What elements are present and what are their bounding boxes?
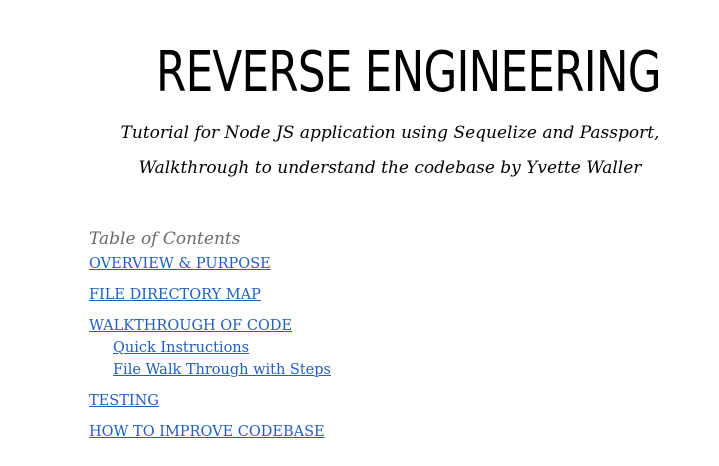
toc-spacer <box>89 412 649 421</box>
toc-link-walkthrough-of-code[interactable]: WALKTHROUGH OF CODE <box>89 315 292 337</box>
page-subtitle-line-2: Walkthrough to understand the codebase b… <box>138 158 642 178</box>
toc-spacer <box>89 306 649 315</box>
toc-item-improve: HOW TO IMPROVE CODEBASE <box>89 421 649 443</box>
toc-link-file-directory-map[interactable]: FILE DIRECTORY MAP <box>89 284 261 306</box>
toc-list: OVERVIEW & PURPOSE FILE DIRECTORY MAP WA… <box>89 253 649 443</box>
toc-link-file-walk-through[interactable]: File Walk Through with Steps <box>113 359 331 381</box>
toc-item-walkthrough: WALKTHROUGH OF CODE Quick Instructions F… <box>89 315 649 381</box>
toc-sublist-walkthrough: Quick Instructions File Walk Through wit… <box>89 337 649 381</box>
toc-link-testing[interactable]: TESTING <box>89 390 159 412</box>
toc-item-overview: OVERVIEW & PURPOSE <box>89 253 649 275</box>
toc-item-file-directory: FILE DIRECTORY MAP <box>89 284 649 306</box>
toc-link-quick-instructions[interactable]: Quick Instructions <box>113 337 249 359</box>
toc-heading: Table of Contents <box>89 229 241 249</box>
toc-spacer <box>89 381 649 390</box>
toc-link-how-to-improve-codebase[interactable]: HOW TO IMPROVE CODEBASE <box>89 421 325 443</box>
toc-subitem-quick-instructions: Quick Instructions <box>113 337 649 359</box>
toc-spacer <box>89 275 649 284</box>
page-title: REVERSE ENGINEERING <box>156 40 662 105</box>
page-subtitle-line-1: Tutorial for Node JS application using S… <box>120 123 660 143</box>
table-of-contents: Table of Contents OVERVIEW & PURPOSE FIL… <box>89 228 649 443</box>
toc-link-overview-purpose[interactable]: OVERVIEW & PURPOSE <box>89 253 271 275</box>
toc-subitem-file-walkthrough: File Walk Through with Steps <box>113 359 649 381</box>
toc-item-testing: TESTING <box>89 390 649 412</box>
